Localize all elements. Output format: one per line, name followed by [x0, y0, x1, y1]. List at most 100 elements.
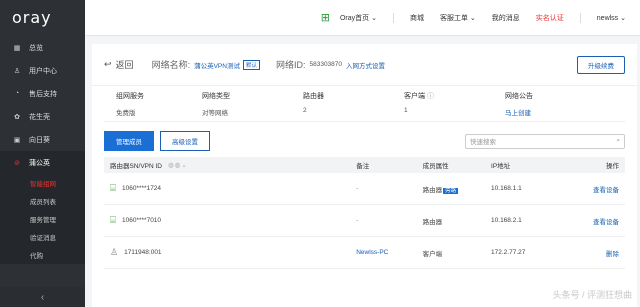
- dandelion-icon: ⊘: [14, 159, 20, 167]
- network-name-value: 蒲公英VPN测试: [194, 62, 240, 70]
- search-placeholder: 快速搜索: [470, 139, 496, 146]
- divider: [579, 12, 581, 23]
- header-cell: 成员属性: [422, 163, 449, 170]
- divider: [392, 12, 394, 23]
- header-id-label: 路由器SN/VPN ID: [110, 163, 163, 170]
- view-device-link[interactable]: 查看设备: [581, 184, 625, 194]
- tabs-row: 管理成员 高级设置 快速搜索 ⌕: [92, 128, 637, 154]
- peanut-icon: ✿: [14, 113, 20, 121]
- table-cell: 10.168.2.1: [491, 217, 522, 224]
- member-type: 路由器: [422, 186, 443, 194]
- join-settings-link[interactable]: 入网方式设置: [346, 60, 385, 70]
- info-announcement: 网络公告 马上创建: [505, 91, 606, 121]
- info-network-type: 网络类型 对等网络: [202, 91, 303, 121]
- table-cell: ♙ 1711948:001: [104, 247, 356, 258]
- table-row: ⌸ 1060****1724 - 路由器 旁路 10.168.1.1 查看设备: [104, 173, 625, 205]
- main-panel: ↩ 返回 网络名称: 蒲公英VPN测试 默认 网络ID: 583303870 入…: [92, 44, 637, 307]
- back-button[interactable]: ↩ 返回: [104, 58, 134, 71]
- create-announcement-link[interactable]: 马上创建: [505, 107, 606, 117]
- sidebar-sub-item-network[interactable]: 智能组网: [0, 174, 85, 192]
- sidebar-item-label: 向日葵: [29, 136, 50, 144]
- member-id: 1060****1724: [122, 185, 162, 192]
- info-service: 组网服务 免费版: [104, 91, 202, 121]
- oray-logo[interactable]: oray: [0, 0, 85, 36]
- home-menu-label: Oray首页: [339, 14, 370, 22]
- sidebar-item-label: 总览: [29, 44, 43, 52]
- bypass-badge: 旁路: [443, 187, 459, 194]
- table-cell: -: [356, 217, 359, 224]
- user-icon: ♙: [110, 247, 119, 257]
- table-cell: ⌸ 1060****1724: [104, 183, 356, 194]
- verify-link[interactable]: 实名认证: [536, 13, 564, 23]
- network-name-label: 网络名称:: [151, 60, 191, 70]
- search-icon[interactable]: ⌕: [616, 137, 620, 145]
- view-device-link[interactable]: 查看设备: [581, 216, 625, 226]
- chevron-left-icon: ‹: [40, 291, 45, 303]
- info-value: 对等网络: [202, 110, 228, 117]
- sidebar-item-sunflower[interactable]: ▣ 向日葵: [0, 128, 85, 151]
- sidebar: oray ▦ 总览 ♙ 用户中心 ◔ 售后支持 ✿ 花生壳 ▣ 向日葵 ⊘ 蒲公…: [0, 0, 85, 307]
- support-icon: ◔: [14, 90, 20, 97]
- header-cell: 备注: [356, 163, 370, 170]
- sidebar-sub-item-verify[interactable]: 验证消息: [0, 228, 85, 246]
- top-bar: ⊞ Oray首页 ⌄ 商城 客服工单 ⌄ 我的消息 实名认证 newlss ⌄: [85, 0, 640, 36]
- info-key: 网络公告: [505, 93, 533, 100]
- user-menu[interactable]: newlss ⌄: [597, 14, 626, 22]
- sidebar-sub-list: 智能组网 成员列表 服务管理 验证消息 代购: [0, 174, 85, 264]
- default-tag: 默认: [242, 59, 260, 70]
- table-cell: -: [356, 185, 359, 192]
- sidebar-item-label: 售后支持: [29, 90, 57, 98]
- collapse-sidebar-button[interactable]: ‹: [0, 287, 85, 307]
- column-filter-icon[interactable]: ◍◍⌄: [168, 161, 188, 169]
- table-cell: 客户端: [422, 250, 443, 258]
- back-icon: ↩: [104, 59, 112, 69]
- sidebar-item-support[interactable]: ◔ 售后支持: [0, 82, 85, 105]
- table-cell: 路由器 旁路: [423, 184, 491, 194]
- sidebar-item-dandelion[interactable]: ⊘ 蒲公英: [0, 151, 85, 174]
- info-value: 2: [303, 107, 307, 114]
- sidebar-sub-item-services[interactable]: 服务管理: [0, 210, 85, 228]
- info-clients: 客户端 ⓘ 1: [404, 91, 505, 121]
- info-key: 组网服务: [116, 93, 144, 100]
- home-menu[interactable]: Oray首页 ⌄: [340, 13, 377, 23]
- sidebar-item-user-center[interactable]: ♙ 用户中心: [0, 59, 85, 82]
- table-row: ⌸ 1060****7010 - 路由器 10.168.2.1 查看设备: [104, 205, 625, 237]
- sidebar-sub-item-purchase[interactable]: 代购: [0, 246, 85, 264]
- table-cell: ⌸ 1060****7010: [104, 215, 356, 226]
- sidebar-item-label: 花生壳: [29, 113, 50, 121]
- header-cell: 操作: [606, 163, 620, 170]
- sidebar-item-overview[interactable]: ▦ 总览: [0, 36, 85, 59]
- messages-link[interactable]: 我的消息: [492, 13, 520, 23]
- info-key: 路由器: [303, 93, 324, 100]
- username: newlss: [596, 14, 619, 22]
- network-id-value: 583303870: [309, 61, 343, 68]
- members-table: 路由器SN/VPN ID ◍◍⌄ 备注 成员属性 IP地址 操作 ⌸ 1060*…: [104, 157, 625, 269]
- sidebar-item-peanut[interactable]: ✿ 花生壳: [0, 105, 85, 128]
- router-icon: ⌸: [110, 215, 116, 226]
- table-cell: 10.168.1.1: [491, 185, 522, 192]
- help-icon[interactable]: ⓘ: [427, 93, 434, 100]
- upgrade-button[interactable]: 升级续费: [577, 55, 625, 74]
- apps-icon[interactable]: ⊞: [321, 11, 330, 24]
- sidebar-item-label: 蒲公英: [29, 159, 50, 167]
- sunflower-icon: ▣: [13, 136, 21, 144]
- search-input[interactable]: 快速搜索 ⌕: [465, 133, 625, 149]
- table-row: ♙ 1711948:001 Newlss-PC 客户端 172.2.77.27 …: [104, 237, 625, 269]
- info-value: 免费版: [116, 110, 136, 117]
- tab-manage-members[interactable]: 管理成员: [104, 131, 154, 151]
- header-cell: IP地址: [491, 163, 511, 170]
- ticket-menu[interactable]: 客服工单 ⌄: [440, 13, 476, 23]
- tab-advanced-settings[interactable]: 高级设置: [160, 131, 210, 151]
- table-cell: 路由器: [422, 218, 443, 226]
- info-key: 客户端 ⓘ: [404, 91, 505, 101]
- delete-link[interactable]: 删除: [581, 248, 625, 258]
- ticket-menu-label: 客服工单: [439, 14, 468, 22]
- sidebar-sub-item-members[interactable]: 成员列表: [0, 192, 85, 210]
- table-header: 路由器SN/VPN ID ◍◍⌄ 备注 成员属性 IP地址 操作: [104, 157, 625, 173]
- grid-icon: ▦: [13, 44, 21, 52]
- network-header: ↩ 返回 网络名称: 蒲公英VPN测试 默认 网络ID: 583303870 入…: [92, 44, 637, 86]
- header-cell: 路由器SN/VPN ID ◍◍⌄: [104, 160, 356, 170]
- table-cell: Newlss-PC: [356, 249, 389, 256]
- mall-link[interactable]: 商城: [410, 13, 424, 23]
- router-icon: ⌸: [110, 183, 116, 194]
